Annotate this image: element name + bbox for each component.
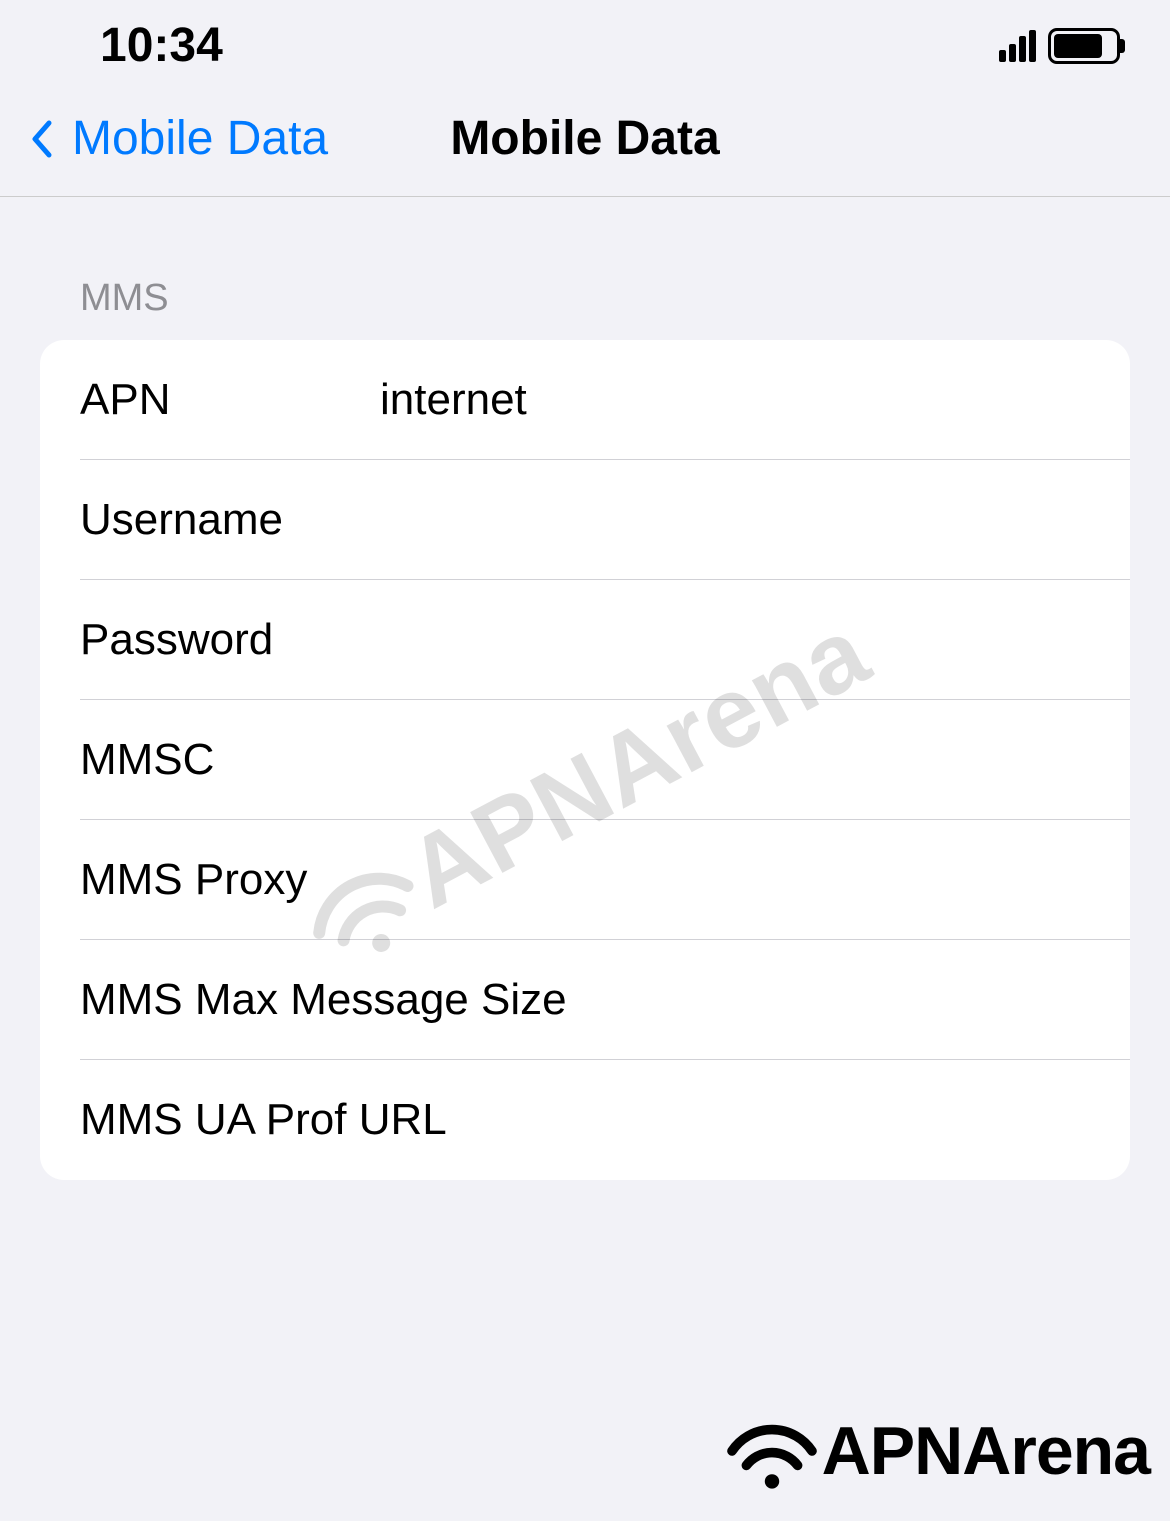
row-mms-max-size[interactable]: MMS Max Message Size [40,940,1130,1060]
page-title: Mobile Data [450,111,719,166]
row-apn[interactable]: APN [40,340,1130,460]
row-username[interactable]: Username [40,460,1130,580]
row-mms-proxy[interactable]: MMS Proxy [40,820,1130,940]
username-input[interactable] [380,495,1090,545]
mmsc-input[interactable] [380,735,1090,785]
row-label: Password [80,615,380,665]
row-label: MMSC [80,735,380,785]
status-bar: 10:34 [0,0,1170,91]
battery-icon [1048,28,1120,64]
row-label: Username [80,495,380,545]
cellular-signal-icon [999,30,1036,62]
navigation-bar: Mobile Data Mobile Data [0,91,1170,197]
mms-proxy-input[interactable] [380,855,1090,905]
mms-max-size-input[interactable] [567,975,1130,1025]
password-input[interactable] [380,615,1090,665]
section-header: MMS [40,277,1130,340]
chevron-left-icon [30,120,52,158]
row-label: MMS Proxy [80,855,380,905]
row-password[interactable]: Password [40,580,1130,700]
apn-input[interactable] [380,375,1090,425]
status-time: 10:34 [100,18,223,73]
back-label: Mobile Data [72,111,328,166]
row-label: MMS UA Prof URL [80,1095,447,1145]
content-area: MMS APN Username Password MMSC MMS Proxy… [0,197,1170,1180]
row-label: APN [80,375,380,425]
row-mms-ua-prof-url[interactable]: MMS UA Prof URL [40,1060,1130,1180]
settings-group: APN Username Password MMSC MMS Proxy MMS… [40,340,1130,1180]
back-button[interactable]: Mobile Data [30,111,328,166]
mms-ua-prof-url-input[interactable] [447,1095,1090,1145]
row-mmsc[interactable]: MMSC [40,700,1130,820]
status-indicators [999,28,1120,64]
wifi-icon [722,1411,822,1491]
row-label: MMS Max Message Size [80,975,567,1025]
footer-text: APNArena [822,1412,1150,1490]
footer-logo: APNArena [722,1411,1150,1491]
